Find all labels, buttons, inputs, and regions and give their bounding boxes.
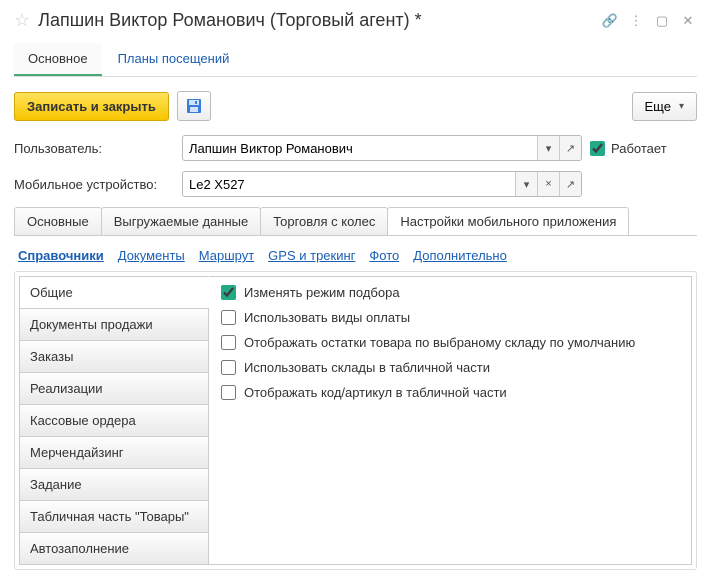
vtab-realizations[interactable]: Реализации <box>19 372 209 404</box>
titlebar: ☆ Лапшин Виктор Романович (Торговый аген… <box>14 10 697 43</box>
vtab-general[interactable]: Общие <box>19 276 209 308</box>
subtabs: Справочники Документы Маршрут GPS и трек… <box>14 236 697 271</box>
device-row: Мобильное устройство: ▾ × ↗ <box>14 171 697 197</box>
favorite-star-icon[interactable]: ☆ <box>14 10 30 31</box>
tab-basic[interactable]: Основные <box>14 207 102 235</box>
opt-change-mode-label: Изменять режим подбора <box>244 285 400 300</box>
user-label: Пользователь: <box>14 141 174 156</box>
vertical-tabs: Общие Документы продажи Заказы Реализаци… <box>19 276 209 565</box>
opt-warehouses-label: Использовать склады в табличной части <box>244 360 490 375</box>
device-open-button[interactable]: ↗ <box>559 172 581 196</box>
opt-show-code-label: Отображать код/артикул в табличной части <box>244 385 507 400</box>
device-clear-button[interactable]: × <box>537 172 559 196</box>
user-input[interactable] <box>182 135 582 161</box>
options-panel: Изменять режим подбора Использовать виды… <box>208 276 692 565</box>
vtab-cash-orders[interactable]: Кассовые ордера <box>19 404 209 436</box>
device-dropdown-button[interactable]: ▾ <box>515 172 537 196</box>
opt-stock-remains-label: Отображать остатки товара по выбраному с… <box>244 335 635 350</box>
opt-payment-types-label: Использовать виды оплаты <box>244 310 410 325</box>
window: ☆ Лапшин Виктор Романович (Торговый аген… <box>0 0 711 580</box>
vtab-table-goods[interactable]: Табличная часть "Товары" <box>19 500 209 532</box>
opt-show-code-checkbox[interactable] <box>221 385 236 400</box>
opt-warehouses-checkbox[interactable] <box>221 360 236 375</box>
subtab-photo[interactable]: Фото <box>369 248 399 263</box>
more-button[interactable]: Еще <box>632 92 697 121</box>
main-tabstrip: Основные Выгружаемые данные Торговля с к… <box>14 207 697 236</box>
works-checkbox[interactable] <box>590 141 605 156</box>
link-icon[interactable]: 🔗 <box>601 13 619 29</box>
user-open-button[interactable]: ↗ <box>559 136 581 160</box>
nav-tab-main[interactable]: Основное <box>14 43 102 76</box>
opt-payment-types-checkbox[interactable] <box>221 310 236 325</box>
subtab-route[interactable]: Маршрут <box>199 248 254 263</box>
tab-mobile-settings[interactable]: Настройки мобильного приложения <box>387 207 629 235</box>
vtab-autofill[interactable]: Автозаполнение <box>19 532 209 565</box>
vtab-sales-docs[interactable]: Документы продажи <box>19 308 209 340</box>
user-row: Пользователь: ▾ ↗ Работает <box>14 135 697 161</box>
subtab-additional[interactable]: Дополнительно <box>413 248 507 263</box>
close-icon[interactable]: ✕ <box>679 13 697 29</box>
subtab-documents[interactable]: Документы <box>118 248 185 263</box>
save-button[interactable] <box>177 91 211 121</box>
window-title: Лапшин Виктор Романович (Торговый агент)… <box>38 10 593 31</box>
subtab-directories[interactable]: Справочники <box>18 248 104 263</box>
vtab-task[interactable]: Задание <box>19 468 209 500</box>
floppy-disk-icon <box>186 98 202 114</box>
vtab-merchandising[interactable]: Мерчендайзинг <box>19 436 209 468</box>
works-checkbox-wrap[interactable]: Работает <box>590 141 667 156</box>
works-label: Работает <box>611 141 667 156</box>
opt-change-mode-checkbox[interactable] <box>221 285 236 300</box>
vtab-orders[interactable]: Заказы <box>19 340 209 372</box>
subtab-gps[interactable]: GPS и трекинг <box>268 248 355 263</box>
toolbar: Записать и закрыть Еще <box>14 91 697 121</box>
user-dropdown-button[interactable]: ▾ <box>537 136 559 160</box>
tab-export-data[interactable]: Выгружаемые данные <box>101 207 262 235</box>
maximize-icon[interactable]: ▢ <box>653 13 671 29</box>
nav-tabs: Основное Планы посещений <box>14 43 697 77</box>
kebab-menu-icon[interactable]: ⋮ <box>627 13 645 29</box>
tab-trade[interactable]: Торговля с колес <box>260 207 388 235</box>
device-label: Мобильное устройство: <box>14 177 174 192</box>
opt-stock-remains-checkbox[interactable] <box>221 335 236 350</box>
content-area: Общие Документы продажи Заказы Реализаци… <box>14 271 697 570</box>
save-and-close-button[interactable]: Записать и закрыть <box>14 92 169 121</box>
nav-tab-plans[interactable]: Планы посещений <box>104 43 244 76</box>
